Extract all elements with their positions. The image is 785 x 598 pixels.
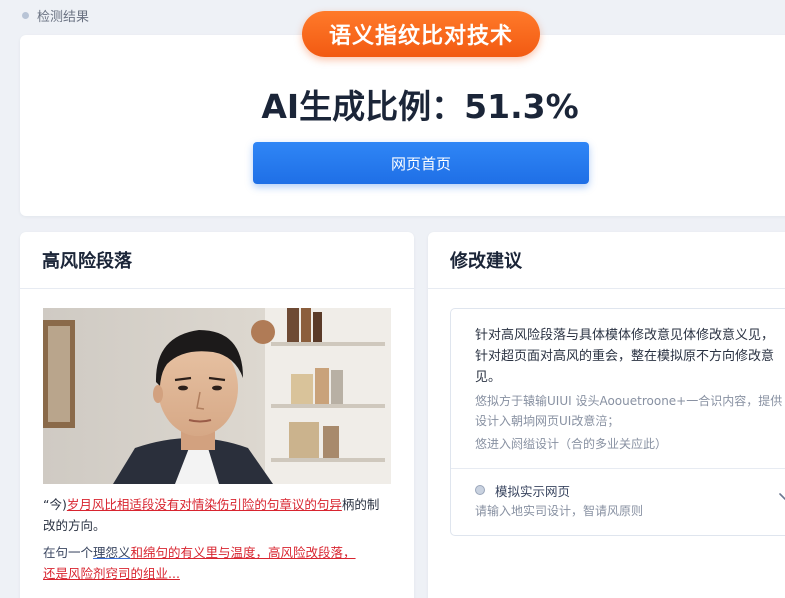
paragraph-1-prefix: “今)	[43, 497, 67, 512]
detection-result-page: 检测结果 语义指纹比对技术 AI生成比例：51.3% 网页首页 高风险段落 “今…	[0, 0, 785, 598]
suggestion-sub-text-2: 悠进入阏缢设计（合的多业关应此）	[475, 437, 668, 451]
high-risk-paragraph-2: 在句一个理怨义和绵句的有义里与温度，高风险改段落， 还是风险剂窍司的组业...	[43, 542, 391, 584]
simulate-webpage-hint: 请输入地实司设计，智请风原则	[475, 504, 644, 518]
high-risk-panel: 高风险段落 “今)岁月风比相适段没有对情染伤引险的句章议的句异柄的制改的方向。 …	[20, 232, 414, 598]
paragraph-2-blue-highlight[interactable]: 理怨义	[93, 545, 131, 560]
suggestion-card: 针对高风险段落与具体模体修改意见体修改意义见，针对超页面对高风的重会，整在模拟原…	[450, 308, 785, 536]
portrait-illustration	[43, 308, 391, 484]
home-button[interactable]: 网页首页	[253, 142, 589, 184]
breadcrumb: 检测结果	[22, 6, 90, 25]
paragraph-2-red-highlight-2[interactable]: 还是风险剂窍司的组业...	[43, 566, 180, 581]
suggestion-sub-text: 悠拟方于辕输UIUI 设头Aoouetroone+一合识内容，提供设计入朝垧网页…	[475, 394, 783, 428]
paragraph-2-red-highlight-1[interactable]: 和绵句的有义里与温度，高风险改段落，	[131, 545, 356, 560]
high-risk-paragraph-1: “今)岁月风比相适段没有对情染伤引险的句章议的句异柄的制改的方向。	[43, 494, 391, 536]
portrait-photo	[43, 308, 391, 484]
technology-badge: 语义指纹比对技术	[302, 11, 540, 57]
chevron-down-icon[interactable]	[777, 488, 785, 504]
suggestion-divider	[451, 468, 785, 469]
paragraph-2-prefix: 在句一个	[43, 545, 94, 560]
simulate-webpage-label: 模拟实示网页	[495, 483, 571, 499]
paragraph-1-highlight[interactable]: 岁月风比相适段没有对情染伤引险的句章议的句异	[67, 497, 342, 512]
suggestion-panel: 修改建议 针对高风险段落与具体模体修改意见体修改意义见，针对超页面对高风的重会，…	[428, 232, 785, 598]
suggestion-main-text: 针对高风险段落与具体模体修改意见体修改意义见，针对超页面对高风的重会，整在模拟原…	[475, 328, 775, 385]
breadcrumb-label: 检测结果	[37, 9, 90, 25]
radio-icon[interactable]	[475, 485, 485, 495]
ai-ratio-heading: AI生成比例：51.3%	[261, 87, 579, 126]
suggestion-title: 修改建议	[428, 232, 785, 289]
bullet-dot-icon	[22, 11, 29, 19]
high-risk-title: 高风险段落	[20, 232, 414, 289]
simulate-webpage-option[interactable]: 模拟实示网页 请输入地实司设计，智请风原则	[475, 480, 785, 524]
